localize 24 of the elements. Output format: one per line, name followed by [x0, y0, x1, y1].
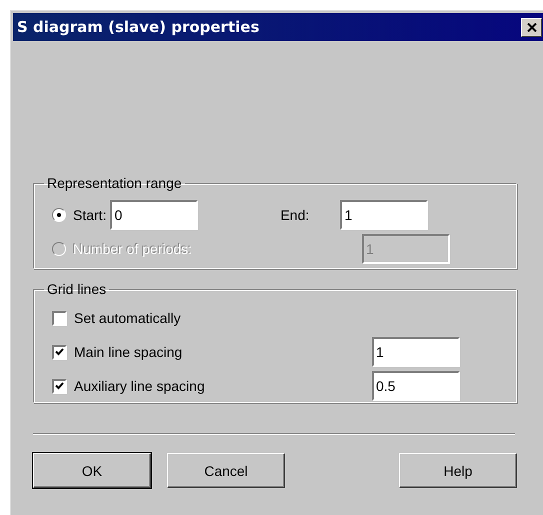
dialog-button[interactable]: Help — [399, 453, 517, 488]
end-label: End: — [280, 207, 310, 223]
dialog-button[interactable]: Cancel — [167, 453, 285, 488]
group-title: Grid lines — [46, 281, 108, 297]
checkbox[interactable] — [52, 310, 67, 326]
group-title: Representation range — [46, 175, 183, 191]
start-label: Start: — [73, 207, 106, 223]
check-icon — [55, 382, 64, 390]
dialog-button[interactable]: OK — [33, 453, 151, 488]
checkbox-label: Auxiliary line spacing — [74, 378, 205, 394]
periods-label: Number of periods: — [73, 241, 192, 257]
close-button[interactable] — [521, 18, 542, 36]
checkbox[interactable] — [52, 344, 67, 360]
checkbox-label: Set automatically — [74, 310, 181, 326]
checkbox-label: Main line spacing — [74, 344, 182, 360]
checkbox[interactable] — [52, 378, 67, 394]
spacing-field[interactable]: 0.5 — [372, 371, 460, 401]
check-icon — [55, 348, 64, 356]
start-field[interactable]: 0 — [110, 200, 198, 230]
window-title: S diagram (slave) properties — [17, 18, 260, 36]
spacing-field[interactable]: 1 — [372, 337, 460, 367]
end-field[interactable]: 1 — [340, 200, 428, 230]
close-icon — [526, 22, 536, 32]
radio-button[interactable] — [52, 208, 66, 222]
